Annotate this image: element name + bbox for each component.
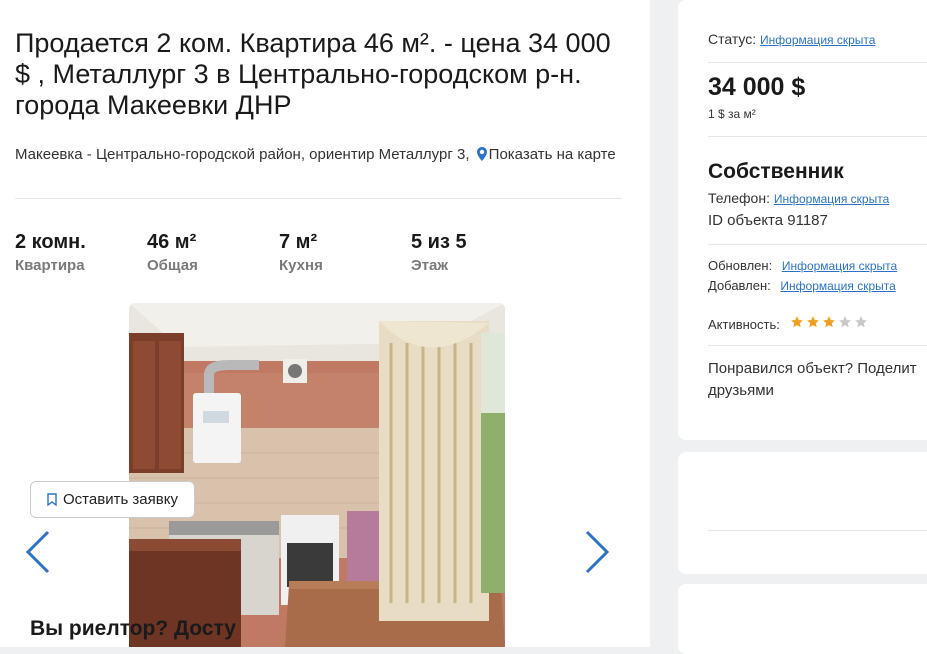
divider [15, 198, 622, 199]
star-icon [839, 316, 851, 328]
listing-main-panel: Продается 2 ком. Квартира 46 м². - цена … [0, 0, 650, 647]
divider [708, 345, 927, 346]
listing-info-card: Статус: Информация скрыта 34 000 $ 1 $ з… [678, 0, 927, 440]
photo-next-button[interactable] [575, 527, 615, 577]
stat-total-area: 46 м² Общая [147, 231, 267, 274]
divider [708, 136, 927, 137]
star-icon [807, 316, 819, 328]
added-hidden-link[interactable]: Информация скрыта [780, 279, 895, 293]
stat-floor: 5 из 5 Этаж [411, 231, 531, 274]
price-per-m2: 1 $ за м² [708, 107, 756, 121]
added-label: Добавлен: [708, 278, 771, 293]
updated-label: Обновлен: [708, 258, 773, 273]
star-icon [791, 316, 803, 328]
bookmark-icon [47, 493, 57, 506]
listing-photo[interactable] [129, 303, 505, 647]
star-icon [823, 316, 835, 328]
status-hidden-link[interactable]: Информация скрыта [760, 33, 875, 47]
leave-request-label: Оставить заявку [63, 491, 178, 508]
stat-value: 46 м² [147, 231, 197, 253]
photo-prev-button[interactable] [20, 527, 60, 577]
star-icon [855, 316, 867, 328]
stat-value: 7 м² [279, 231, 318, 253]
activity-stars [790, 315, 868, 329]
share-prompt: Понравился объект? Поделит друзьями [708, 360, 917, 399]
added-row: Добавлен: Информация скрыта [708, 278, 896, 293]
updated-row: Обновлен: Информация скрыта [708, 258, 897, 273]
realtor-heading: Вы риелтор? Досту [30, 617, 236, 640]
leave-request-button[interactable]: Оставить заявку [30, 481, 195, 518]
divider [708, 62, 927, 63]
chevron-left-icon [25, 530, 50, 574]
stat-value: 5 из 5 [411, 231, 467, 253]
object-id: ID объекта 91187 [708, 212, 828, 229]
stat-label: Квартира [15, 257, 85, 274]
map-pin-icon [476, 145, 487, 168]
apply-card [678, 452, 927, 574]
status-label: Статус: [708, 31, 757, 47]
divider [708, 530, 927, 531]
updated-hidden-link[interactable]: Информация скрыта [782, 259, 897, 273]
stat-label: Кухня [279, 257, 323, 274]
status-row: Статус: Информация скрыта [708, 31, 875, 47]
show-on-map-link[interactable]: Показать на карте [489, 146, 616, 163]
listing-title: Продается 2 ком. Квартира 46 м². - цена … [15, 28, 611, 120]
phone-row: Телефон: Информация скрыта [708, 190, 889, 206]
listing-address: Макеевка - Центрально-городской район, о… [15, 146, 470, 163]
stat-value: 2 комн. [15, 231, 86, 253]
owner-type: Собственник [708, 160, 844, 183]
divider [708, 244, 927, 245]
stat-kitchen-area: 7 м² Кухня [279, 231, 399, 274]
stat-rooms: 2 комн. Квартира [15, 231, 135, 274]
stat-label: Общая [147, 257, 198, 274]
phone-label: Телефон: [708, 190, 770, 206]
stat-label: Этаж [411, 257, 448, 274]
realtor-card [678, 584, 927, 654]
phone-hidden-link[interactable]: Информация скрыта [774, 192, 889, 206]
listing-address-line: Макеевка - Центрально-городской район, о… [15, 143, 620, 168]
chevron-right-icon [585, 530, 610, 574]
listing-price: 34 000 $ [708, 73, 806, 101]
activity-label: Активность: [708, 317, 780, 332]
